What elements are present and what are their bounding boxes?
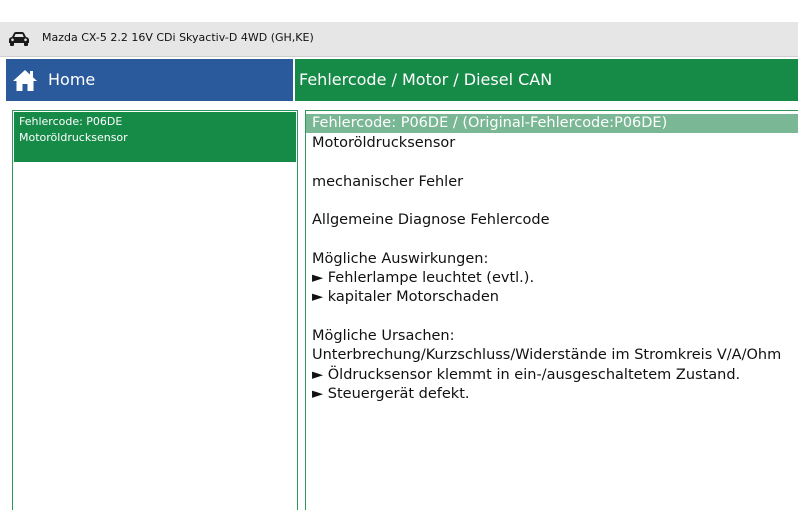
fault-type: mechanischer Fehler: [312, 173, 464, 190]
vehicle-bar: Mazda CX-5 2.2 16V CDi Skyactiv-D 4WD (G…: [0, 22, 798, 57]
header: Home Fehlercode / Motor / Diesel CAN: [0, 57, 798, 103]
fault-name: Motoröldrucksensor: [312, 135, 456, 151]
fault-detail-heading: Fehlercode: P06DE / (Original-Fehlercode…: [306, 114, 798, 133]
fault-code-item-selected[interactable]: Fehlercode: P06DE Motoröldrucksensor: [14, 112, 296, 162]
fault-detail-body: Motoröldrucksensor mechanischer Fehler A…: [312, 134, 798, 404]
fault-code-list: Fehlercode: P06DE Motoröldrucksensor: [12, 110, 298, 510]
effects-title: Mögliche Auswirkungen:: [312, 250, 489, 267]
causes-title: Mögliche Ursachen:: [312, 327, 455, 344]
home-button[interactable]: Home: [6, 59, 293, 101]
effect-item: ► kapitaler Motorschaden: [312, 289, 499, 306]
vehicle-title: Mazda CX-5 2.2 16V CDi Skyactiv-D 4WD (G…: [42, 31, 314, 44]
fault-detail-panel: Fehlercode: P06DE / (Original-Fehlercode…: [305, 110, 798, 510]
cause-item: ► Öldrucksensor klemmt in ein-/ausgescha…: [312, 366, 741, 383]
breadcrumb-text: Fehlercode / Motor / Diesel CAN: [299, 70, 553, 89]
breadcrumb: Fehlercode / Motor / Diesel CAN: [295, 59, 798, 101]
car-icon: [9, 32, 29, 46]
cause-item: ► Steuergerät defekt.: [312, 385, 470, 402]
home-icon: [13, 70, 37, 91]
fault-detail-heading-text: Fehlercode: P06DE / (Original-Fehlercode…: [312, 115, 668, 131]
fault-code-item-description: Motoröldrucksensor: [19, 131, 128, 144]
fault-category: Allgemeine Diagnose Fehlercode: [312, 212, 550, 229]
cause-item: Unterbrechung/Kurzschluss/Widerstände im…: [312, 347, 782, 364]
fault-code-item-code: Fehlercode: P06DE: [19, 115, 123, 128]
effect-item: ► Fehlerlampe leuchtet (evtl.).: [312, 270, 535, 287]
home-label: Home: [48, 70, 96, 89]
